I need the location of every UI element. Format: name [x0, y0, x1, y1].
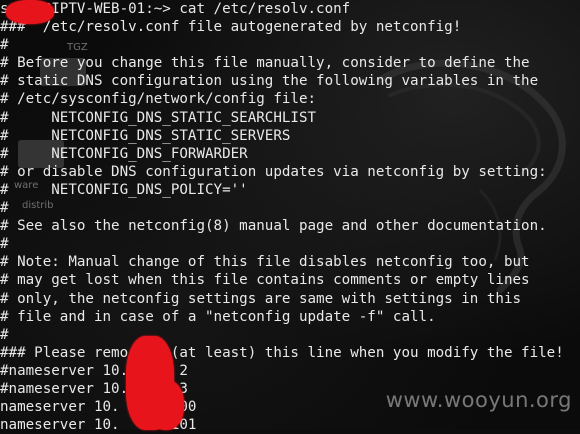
terminal-line: # — [0, 37, 9, 54]
watermark: www.wooyun.org — [385, 388, 572, 412]
terminal-line: nameserver 10. .101 — [0, 417, 197, 434]
terminal-line: s @IPTV-WEB-01:~> cat /etc/resolv.conf — [0, 1, 351, 17]
redaction-mark-username — [6, 0, 54, 24]
terminal-line: # Before you change this file manually, … — [0, 55, 530, 72]
terminal-line: # Note: Manual change of this file disab… — [0, 254, 530, 271]
terminal-line: # See also the netconfig(8) manual page … — [0, 218, 547, 235]
terminal-line: # NETCONFIG_DNS_POLICY='' — [0, 181, 248, 198]
terminal-line: # NETCONFIG_DNS_STATIC_SEARCHLIST — [0, 109, 317, 126]
redaction-mark-ip — [148, 380, 184, 430]
terminal-line: # — [0, 326, 9, 343]
terminal-output[interactable]: s @IPTV-WEB-01:~> cat /etc/resolv.conf #… — [0, 0, 580, 433]
terminal-line: # NETCONFIG_DNS_FORWARDER — [0, 145, 248, 162]
terminal-line: # /etc/sysconfig/network/config file: — [0, 91, 317, 108]
terminal-line: ### /etc/resolv.conf file autogenerated … — [0, 19, 462, 36]
terminal-line: # — [0, 200, 9, 217]
terminal-line: # — [0, 236, 9, 253]
terminal-line: # static DNS configuration using the fol… — [0, 73, 539, 90]
terminal-line: ### Please remo (at least) this line whe… — [0, 344, 564, 361]
terminal-line: # may get lost when this file contains c… — [0, 272, 530, 289]
terminal-line: # NETCONFIG_DNS_STATIC_SERVERS — [0, 127, 291, 144]
terminal-line: # file and in case of a "netconfig updat… — [0, 308, 436, 325]
terminal-line: # only, the netconfig settings are same … — [0, 290, 522, 307]
terminal-line: #nameserver 10. 2 — [0, 362, 188, 379]
terminal-line: # or disable DNS configuration updates v… — [0, 163, 547, 180]
